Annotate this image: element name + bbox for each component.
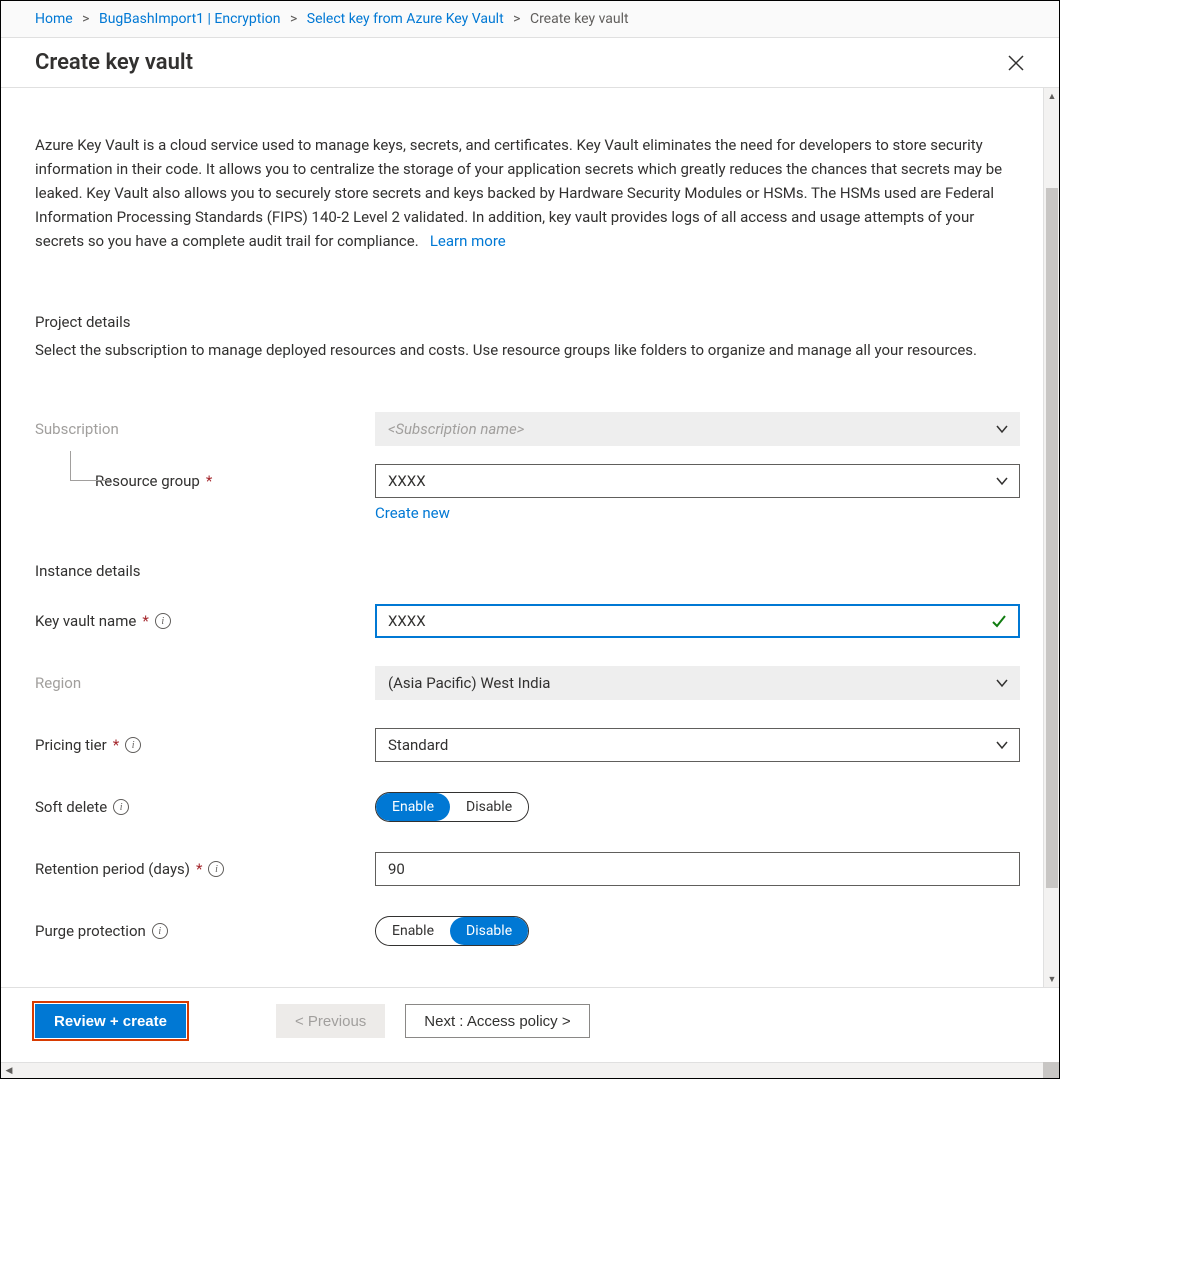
review-create-button[interactable]: Review + create <box>35 1004 186 1038</box>
scroll-corner <box>1043 1062 1059 1078</box>
crumb-home[interactable]: Home <box>35 11 73 27</box>
retention-input[interactable]: 90 <box>375 852 1020 886</box>
info-icon[interactable]: i <box>208 861 224 877</box>
soft-delete-label: Soft delete i <box>35 798 375 816</box>
scroll-down-icon[interactable]: ▼ <box>1044 971 1059 987</box>
resource-group-select[interactable]: XXXX <box>375 464 1020 498</box>
soft-delete-enable[interactable]: Enable <box>376 793 450 821</box>
subscription-label: Subscription <box>35 420 375 438</box>
project-details-sub: Select the subscription to manage deploy… <box>35 339 1025 362</box>
chevron-down-icon <box>995 738 1009 752</box>
crumb-encryption[interactable]: BugBashImport1 | Encryption <box>99 11 280 27</box>
pricing-tier-label: Pricing tier * i <box>35 736 375 754</box>
close-icon[interactable] <box>1007 54 1025 72</box>
retention-label: Retention period (days) * i <box>35 860 375 878</box>
pricing-tier-select[interactable]: Standard <box>375 728 1020 762</box>
scroll-up-icon[interactable]: ▲ <box>1044 88 1059 104</box>
intro-paragraph: Azure Key Vault is a cloud service used … <box>35 133 1025 253</box>
keyvault-name-label: Key vault name * i <box>35 612 375 630</box>
soft-delete-toggle[interactable]: Enable Disable <box>375 792 529 822</box>
scroll-left-icon[interactable]: ◀ <box>1 1063 17 1079</box>
chevron-down-icon <box>995 474 1009 488</box>
region-label: Region <box>35 674 375 692</box>
info-icon[interactable]: i <box>113 799 129 815</box>
scroll-thumb[interactable] <box>1046 188 1058 888</box>
wizard-footer: Review + create < Previous Next : Access… <box>1 988 1059 1062</box>
subscription-select: <Subscription name> <box>375 412 1020 446</box>
info-icon[interactable]: i <box>152 923 168 939</box>
purge-protection-toggle[interactable]: Enable Disable <box>375 916 529 946</box>
info-icon[interactable]: i <box>155 613 171 629</box>
soft-delete-disable[interactable]: Disable <box>450 793 528 821</box>
purge-protection-label: Purge protection i <box>35 922 375 940</box>
project-details-heading: Project details <box>35 313 1025 331</box>
title-bar: Create key vault <box>1 38 1059 88</box>
chevron-down-icon <box>995 422 1009 436</box>
resource-group-label: Resource group * <box>35 472 375 490</box>
chevron-down-icon <box>995 676 1009 690</box>
info-icon[interactable]: i <box>125 737 141 753</box>
crumb-select-key[interactable]: Select key from Azure Key Vault <box>307 11 504 27</box>
previous-button: < Previous <box>276 1004 385 1038</box>
region-select: (Asia Pacific) West India <box>375 666 1020 700</box>
breadcrumb: Home > BugBashImport1 | Encryption > Sel… <box>1 1 1059 38</box>
learn-more-link[interactable]: Learn more <box>430 232 506 250</box>
page-title: Create key vault <box>35 50 193 75</box>
vertical-scrollbar[interactable]: ▲ ▼ <box>1043 88 1059 987</box>
create-new-link[interactable]: Create new <box>375 504 450 522</box>
validation-check-icon <box>990 612 1008 630</box>
instance-details-heading: Instance details <box>35 562 1025 580</box>
purge-enable[interactable]: Enable <box>376 917 450 945</box>
horizontal-scrollbar[interactable]: ◀ ▶ <box>1 1062 1059 1078</box>
next-button[interactable]: Next : Access policy > <box>405 1004 589 1038</box>
keyvault-name-input[interactable]: XXXX <box>375 604 1020 638</box>
purge-disable[interactable]: Disable <box>450 917 528 945</box>
crumb-current: Create key vault <box>530 11 629 27</box>
